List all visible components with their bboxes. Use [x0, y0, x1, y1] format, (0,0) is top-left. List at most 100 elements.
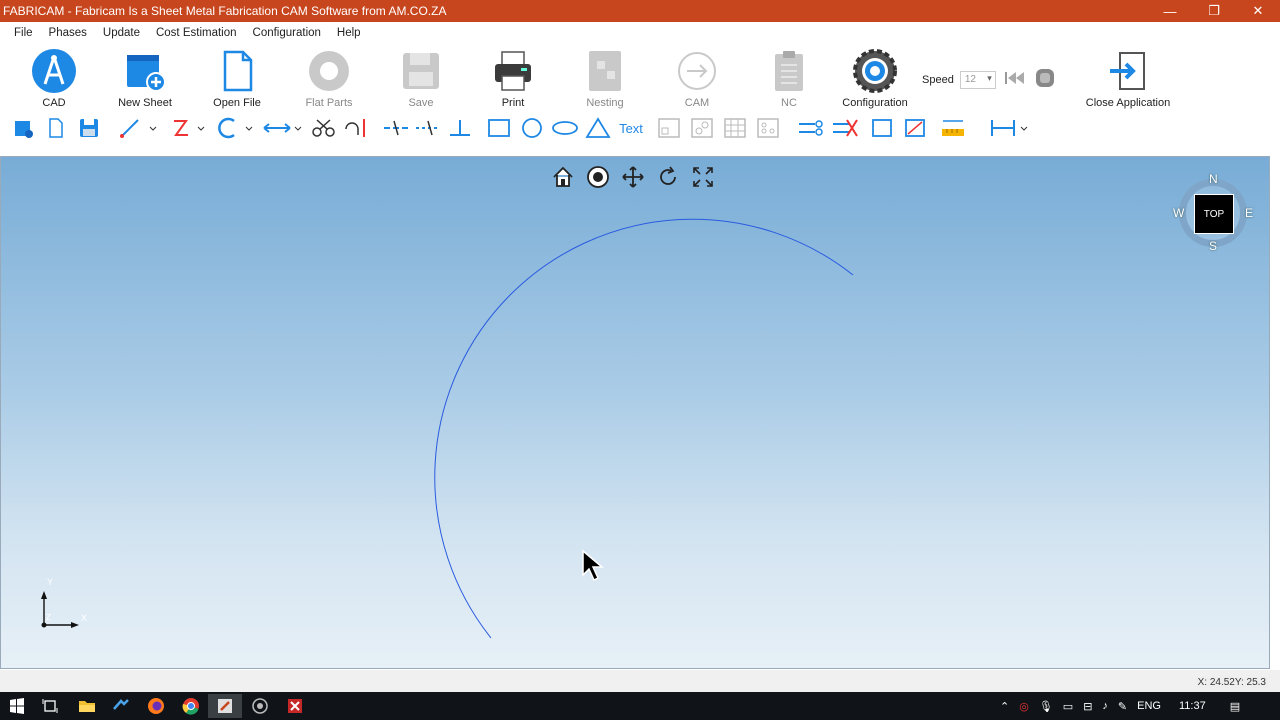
cad-viewport[interactable]: TOP N S E W Y X Z	[0, 156, 1270, 669]
firefox-icon[interactable]	[139, 694, 173, 718]
minimize-button[interactable]: —	[1148, 0, 1192, 22]
open-drawing-icon[interactable]	[43, 116, 69, 140]
axis-y-label: Y	[47, 577, 54, 587]
dimension-tool-icon[interactable]	[262, 116, 304, 140]
clipboard-icon	[765, 47, 813, 95]
new-drawing-icon[interactable]	[10, 116, 36, 140]
window-title: FABRICAM - Fabricam Is a Sheet Metal Fab…	[3, 4, 447, 18]
circle-tool-icon[interactable]	[518, 116, 546, 140]
break-line-icon[interactable]	[414, 116, 442, 140]
line-tool-icon[interactable]	[118, 116, 158, 140]
flat-parts-button[interactable]: Flat Parts	[289, 47, 369, 111]
view-cube[interactable]: TOP N S E W	[1173, 172, 1254, 253]
rewind-icon[interactable]	[1004, 69, 1026, 90]
compass-north: N	[1209, 172, 1218, 186]
rectangle-tool-icon[interactable]	[485, 116, 513, 140]
split-line-icon[interactable]	[382, 116, 410, 140]
join-entities-icon[interactable]	[796, 116, 826, 140]
extend-tool-icon[interactable]	[342, 116, 370, 140]
stop-icon[interactable]	[1034, 67, 1056, 92]
task-view-icon[interactable]	[33, 694, 67, 718]
new-sheet-button[interactable]: New Sheet	[105, 47, 185, 111]
axis-z-label: Z	[46, 613, 51, 622]
flat-parts-label: Flat Parts	[305, 97, 353, 109]
volume-icon[interactable]: ♪	[1102, 700, 1108, 712]
save-drawing-icon[interactable]	[76, 116, 102, 140]
recorder-icon[interactable]	[243, 694, 277, 718]
open-file-button[interactable]: Open File	[197, 47, 277, 111]
nesting-button[interactable]: Nesting	[565, 47, 645, 111]
steam-icon[interactable]	[104, 694, 138, 718]
compass-east: E	[1245, 206, 1254, 220]
polyline-tool-icon[interactable]	[168, 116, 208, 140]
measure-tool-icon[interactable]	[938, 116, 968, 140]
perpendicular-icon[interactable]	[446, 116, 474, 140]
cad-button[interactable]: CAD	[14, 47, 94, 111]
axis-triad: Y X Z	[35, 577, 95, 633]
delete-entities-icon[interactable]	[830, 116, 860, 140]
save-button[interactable]: Save	[381, 47, 461, 111]
floppy-disk-icon	[397, 47, 445, 95]
chrome-icon[interactable]	[174, 694, 208, 718]
configuration-button[interactable]: Configuration	[835, 47, 915, 111]
antivirus-icon[interactable]: ◎	[1019, 700, 1029, 713]
view-cube-top-face[interactable]: TOP	[1194, 194, 1234, 234]
battery-icon[interactable]: ▭	[1063, 700, 1073, 713]
close-application-button[interactable]: Close Application	[1084, 47, 1172, 111]
menu-update[interactable]: Update	[95, 27, 148, 39]
select-box-icon[interactable]	[868, 116, 896, 140]
arc-tool-icon[interactable]	[214, 116, 256, 140]
menu-file[interactable]: File	[6, 27, 41, 39]
clock[interactable]: 11:37	[1179, 700, 1206, 712]
speed-control: Speed 12	[922, 67, 1056, 92]
close-window-button[interactable]: ✕	[1236, 0, 1280, 22]
network-icon[interactable]: ⊟	[1083, 700, 1092, 713]
pen-icon[interactable]: ✎	[1118, 700, 1127, 713]
menu-cost-estimation[interactable]: Cost Estimation	[148, 27, 245, 39]
language-indicator[interactable]: ENG	[1137, 700, 1161, 712]
status-bar	[0, 670, 1280, 692]
ribbon: CAD New Sheet Open File Flat Parts Save …	[0, 43, 1280, 111]
square-shape-icon[interactable]	[655, 116, 683, 140]
fabricam-taskbar-icon[interactable]	[208, 694, 242, 718]
trim-tool-icon[interactable]	[310, 116, 338, 140]
speed-select[interactable]: 12	[959, 70, 996, 89]
drawing-toolbar: Text	[0, 113, 1280, 143]
drawn-arc[interactable]	[1, 157, 1269, 668]
compass-west: W	[1173, 206, 1185, 220]
hole-pattern-icon[interactable]	[754, 116, 782, 140]
print-button[interactable]: Print	[473, 47, 553, 111]
crossing-select-icon[interactable]	[901, 116, 929, 140]
system-tray: ⌃ ◎ 🎙︎ ▭ ⊟ ♪ ✎ ENG 11:37 ▤	[1000, 692, 1240, 720]
microphone-icon[interactable]: 🎙︎	[1039, 700, 1053, 713]
triangle-tool-icon[interactable]	[584, 116, 612, 140]
mouse-cursor-icon	[582, 549, 605, 582]
grid-array-icon[interactable]	[721, 116, 749, 140]
app-icon[interactable]	[278, 694, 312, 718]
dimension-horizontal-icon[interactable]	[988, 116, 1030, 140]
nc-button[interactable]: NC	[749, 47, 829, 111]
print-label: Print	[501, 97, 525, 109]
pattern-shape-icon[interactable]	[688, 116, 716, 140]
ellipse-tool-icon[interactable]	[550, 116, 580, 140]
exit-door-icon	[1104, 47, 1152, 95]
menu-help[interactable]: Help	[329, 27, 369, 39]
text-tool-button[interactable]: Text	[616, 116, 646, 140]
chevron-up-icon[interactable]: ⌃	[1000, 700, 1009, 713]
new-sheet-icon	[121, 47, 169, 95]
windows-start-icon[interactable]	[0, 694, 34, 718]
menu-phases[interactable]: Phases	[41, 27, 95, 39]
file-icon	[213, 47, 261, 95]
notifications-icon[interactable]: ▤	[1230, 700, 1240, 713]
cam-button[interactable]: CAM	[657, 47, 737, 111]
file-explorer-icon[interactable]	[70, 694, 104, 718]
nesting-label: Nesting	[586, 97, 624, 109]
gear-icon	[851, 47, 899, 95]
cad-label: CAD	[42, 97, 66, 109]
menu-configuration[interactable]: Configuration	[245, 27, 329, 39]
close-application-label: Close Application	[1085, 97, 1171, 109]
restore-button[interactable]: ❐	[1192, 0, 1236, 22]
open-file-label: Open File	[213, 97, 261, 109]
compass-south: S	[1209, 239, 1218, 253]
title-bar: FABRICAM - Fabricam Is a Sheet Metal Fab…	[0, 0, 1280, 22]
